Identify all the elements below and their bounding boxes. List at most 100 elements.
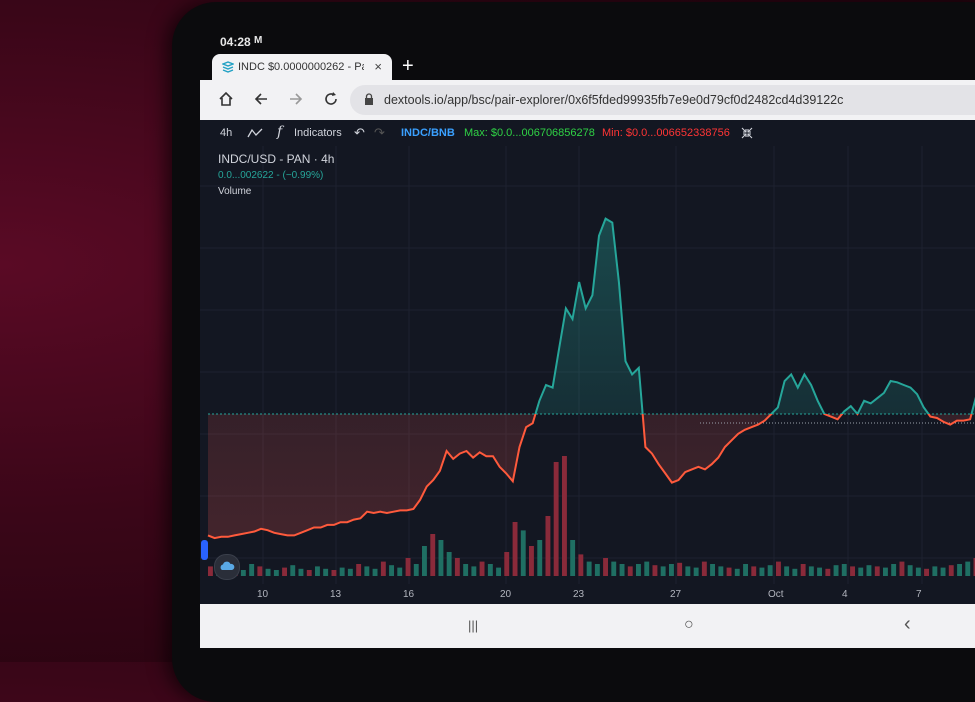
volume-bar bbox=[908, 565, 913, 576]
volume-bar bbox=[817, 568, 822, 576]
volume-bar bbox=[414, 564, 419, 576]
volume-bar bbox=[776, 562, 781, 576]
volume-bar bbox=[677, 563, 682, 576]
volume-bar bbox=[718, 566, 723, 576]
interval-selector[interactable]: 4h bbox=[220, 127, 232, 139]
volume-bar bbox=[710, 564, 715, 576]
volume-bar bbox=[480, 562, 485, 576]
tab-close-icon[interactable]: × bbox=[374, 59, 382, 74]
volume-bar bbox=[792, 569, 797, 576]
volume-bar bbox=[208, 566, 213, 576]
legend-price: 0.0...002622 - (−0.99%) bbox=[218, 170, 334, 181]
chart-type-icon[interactable] bbox=[247, 127, 263, 139]
volume-bar bbox=[620, 564, 625, 576]
indicators-button[interactable]: Indicators bbox=[294, 127, 342, 139]
volume-bar bbox=[694, 568, 699, 576]
volume-bar bbox=[546, 516, 551, 576]
volume-bar bbox=[628, 566, 633, 576]
volume-bar bbox=[801, 564, 806, 576]
volume-bar bbox=[496, 568, 501, 576]
volume-bar bbox=[653, 565, 658, 576]
back-icon[interactable]: ‹ bbox=[904, 613, 911, 636]
recents-icon[interactable]: ||| bbox=[468, 618, 478, 633]
browser-tab-active[interactable]: INDC $0.0000000262 - Pair E × bbox=[212, 54, 392, 80]
volume-bar bbox=[537, 540, 542, 576]
volume-bar bbox=[867, 565, 872, 576]
volume-bar bbox=[364, 566, 369, 576]
volume-bar bbox=[307, 570, 312, 576]
indicators-fx-icon[interactable]: f bbox=[277, 124, 282, 140]
mail-icon: M bbox=[254, 35, 262, 46]
volume-bar bbox=[685, 566, 690, 576]
volume-bar bbox=[932, 566, 937, 576]
volume-bar bbox=[282, 568, 287, 576]
chart-scroll-handle[interactable] bbox=[201, 540, 208, 560]
forward-arrow-icon[interactable] bbox=[288, 91, 304, 107]
tab-title: INDC $0.0000000262 - Pair E bbox=[238, 61, 364, 73]
volume-bar bbox=[257, 566, 262, 576]
pair-label: INDC/BNB bbox=[401, 127, 455, 139]
home-icon[interactable] bbox=[218, 91, 234, 107]
volume-bar bbox=[891, 564, 896, 576]
reload-icon[interactable] bbox=[323, 91, 339, 107]
time-axis-tick: 7 bbox=[916, 589, 922, 600]
volume-bar bbox=[521, 530, 526, 576]
legend-symbol: INDC/USD - PAN · 4h bbox=[218, 152, 334, 166]
max-price-label: Max: $0.0...006706856278 bbox=[464, 127, 595, 139]
volume-bar bbox=[504, 552, 509, 576]
volume-bar bbox=[529, 546, 534, 576]
new-tab-button[interactable]: + bbox=[402, 55, 414, 78]
volume-bar bbox=[554, 462, 559, 576]
cloud-icon[interactable] bbox=[214, 554, 240, 580]
volume-bar bbox=[447, 552, 452, 576]
volume-bar bbox=[471, 566, 476, 576]
undo-icon[interactable]: ↶ bbox=[354, 125, 365, 141]
volume-bar bbox=[570, 540, 575, 576]
volume-bar bbox=[340, 568, 345, 576]
volume-bar bbox=[381, 562, 386, 576]
volume-bar bbox=[644, 562, 649, 576]
volume-bar bbox=[455, 558, 460, 576]
volume-bar bbox=[513, 522, 518, 576]
volume-bar bbox=[727, 568, 732, 576]
volume-bar bbox=[743, 564, 748, 576]
volume-bar bbox=[924, 569, 929, 576]
volume-bar bbox=[702, 562, 707, 576]
address-bar[interactable]: dextools.io/app/bsc/pair-explorer/0x6f5f… bbox=[350, 85, 975, 115]
volume-bar bbox=[916, 568, 921, 576]
volume-bar bbox=[842, 564, 847, 576]
volume-bar bbox=[965, 562, 970, 576]
dextools-icon bbox=[222, 61, 234, 73]
price-chart[interactable] bbox=[200, 146, 975, 584]
fullscreen-collapse-icon[interactable] bbox=[741, 127, 753, 139]
volume-bar bbox=[488, 564, 493, 576]
min-price-label: Min: $0.0...006652338756 bbox=[602, 127, 730, 139]
volume-bar bbox=[834, 565, 839, 576]
legend-volume: Volume bbox=[218, 186, 334, 197]
volume-bar bbox=[768, 565, 773, 576]
volume-bar bbox=[949, 565, 954, 576]
volume-bar bbox=[406, 558, 411, 576]
volume-bar bbox=[266, 569, 271, 576]
volume-bar bbox=[241, 570, 246, 576]
volume-bar bbox=[858, 568, 863, 576]
home-circle-icon[interactable]: ○ bbox=[684, 616, 694, 634]
volume-bar bbox=[274, 570, 279, 576]
volume-bar bbox=[430, 534, 435, 576]
volume-bar bbox=[356, 564, 361, 576]
time-axis: 101316202327Oct47 bbox=[200, 584, 975, 604]
volume-bar bbox=[578, 554, 583, 576]
time-axis-tick: 27 bbox=[670, 589, 681, 600]
redo-icon[interactable]: ↷ bbox=[374, 125, 385, 141]
volume-bar bbox=[669, 564, 674, 576]
volume-bar bbox=[463, 564, 468, 576]
volume-bar bbox=[389, 565, 394, 576]
volume-bar bbox=[249, 564, 254, 576]
volume-bar bbox=[611, 562, 616, 576]
volume-bar bbox=[299, 569, 304, 576]
android-nav-bar: ||| ○ ‹ bbox=[200, 604, 975, 648]
back-arrow-icon[interactable] bbox=[253, 91, 269, 107]
volume-bar bbox=[875, 566, 880, 576]
volume-bar bbox=[760, 568, 765, 576]
volume-bar bbox=[422, 546, 427, 576]
